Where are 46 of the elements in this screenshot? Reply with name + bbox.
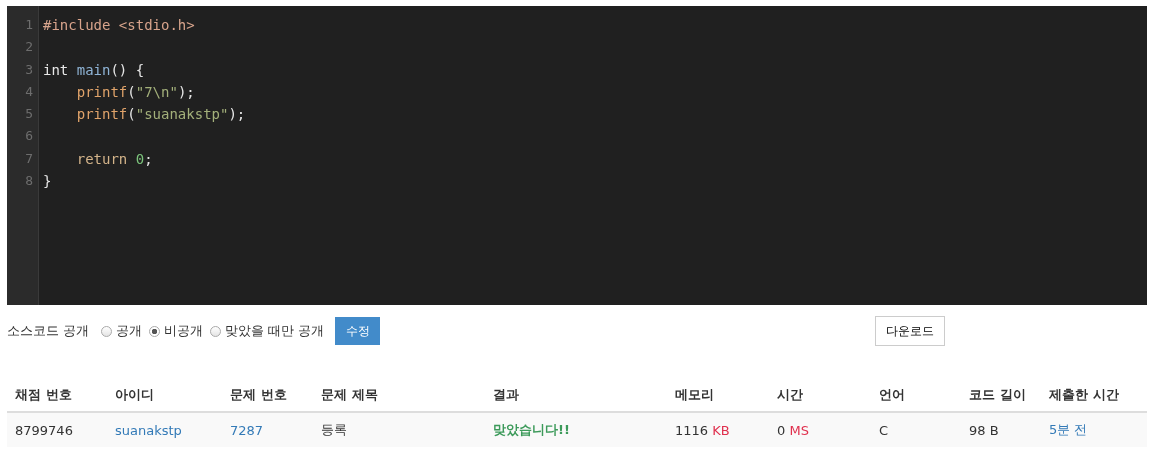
unit-label: MS [789, 422, 809, 438]
column-header: 제출한 시간 [1048, 386, 1120, 404]
line-number: 7 [24, 149, 34, 168]
table-link[interactable]: suanakstp [115, 422, 182, 438]
code-line: } [43, 173, 52, 190]
line-number: 8 [24, 172, 34, 191]
code-line: int main() { [43, 61, 145, 78]
save-button[interactable]: 수정 [335, 317, 381, 345]
table-cell: 8799746 [15, 422, 73, 438]
column-header: 코드 길이 [968, 386, 1027, 404]
column-header: 언어 [878, 386, 906, 404]
table-link[interactable]: 5분 전 [1049, 422, 1088, 437]
code-line: return 0; [76, 150, 153, 167]
radio-label[interactable]: 비공개 [164, 322, 204, 340]
radio-label[interactable]: 맞았을 때만 공개 [225, 322, 325, 340]
table-cell: 등록 [321, 422, 347, 437]
radio-button[interactable] [210, 325, 222, 337]
column-header: 채점 번호 [14, 386, 73, 404]
table-link[interactable]: 7287 [230, 422, 264, 438]
code-editor[interactable]: 1 2 3 4 5 6 7 8 #include <stdio.h> int main() { printf("7\n"); printf("suanakstp"); return 0; } [7, 6, 1147, 305]
table-cell: 1116 [675, 422, 709, 438]
unit-label: KB [712, 422, 730, 438]
code-line: printf("7\n"); [76, 83, 195, 100]
code-line: #include <stdio.h> [43, 17, 195, 33]
radio-button[interactable] [149, 325, 161, 337]
table-cell: C [879, 422, 889, 438]
visibility-label: 소스코드 공개 [7, 322, 90, 340]
column-header: 시간 [776, 386, 804, 404]
column-header: 아이디 [114, 386, 155, 404]
table-cell: 98 B [969, 422, 999, 438]
line-number: 6 [24, 127, 34, 146]
column-header: 문제 제목 [320, 386, 379, 404]
result-text: 맞았습니다!! [493, 422, 570, 437]
column-header: 메모리 [674, 386, 715, 404]
line-number: 3 [24, 60, 34, 79]
radio-button[interactable] [101, 325, 113, 337]
code-line: printf("suanakstp"); [76, 106, 246, 123]
table-cell: 0 [777, 422, 786, 438]
line-number: 2 [24, 38, 34, 57]
line-number: 4 [24, 82, 34, 101]
column-header: 결과 [492, 386, 520, 404]
radio-label[interactable]: 공개 [116, 322, 143, 340]
line-number: 5 [24, 105, 34, 124]
line-number: 1 [24, 16, 34, 34]
column-header: 문제 번호 [229, 386, 288, 404]
download-button[interactable]: 다운로드 [875, 316, 946, 346]
